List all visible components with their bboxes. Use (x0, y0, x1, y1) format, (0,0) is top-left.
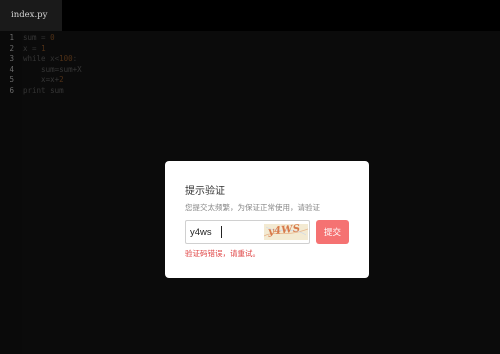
tab-bar: index.py (0, 0, 500, 31)
dialog-title: 提示验证 (185, 186, 225, 197)
captcha-input[interactable] (190, 224, 264, 240)
line-number: 3 (9, 54, 14, 63)
text-caret (221, 226, 222, 238)
line-number: 5 (9, 75, 14, 84)
line-number: 2 (9, 43, 14, 53)
line-number: 4 (9, 64, 14, 74)
tab-label: index.py (11, 10, 48, 20)
dialog-description: 您提交太频繁，为保证正常使用，请验证 (185, 203, 320, 212)
error-message: 验证码错误，请重试。 (185, 249, 260, 258)
verification-dialog: 提示验证 您提交太频繁，为保证正常使用，请验证 y4WS 提交 验证码错误，请重… (165, 161, 369, 278)
captcha-input-box: y4WS (185, 220, 310, 244)
tab-index-py[interactable]: index.py (0, 0, 62, 31)
submit-button[interactable]: 提交 (316, 220, 349, 244)
line-number: 1 (9, 33, 14, 42)
captcha-image[interactable]: y4WS (264, 224, 308, 240)
line-number-gutter: 123456 (0, 31, 22, 354)
line-number: 6 (9, 85, 14, 95)
